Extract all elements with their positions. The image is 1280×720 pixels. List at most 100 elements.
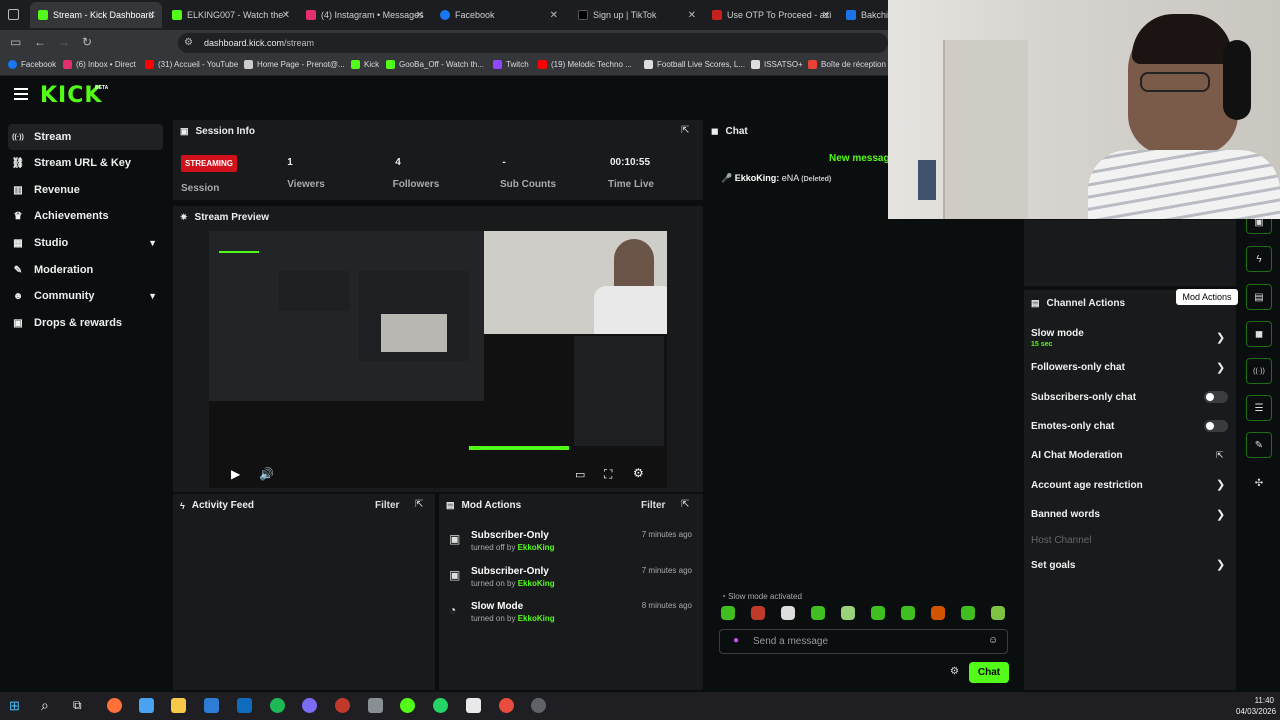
subscribers-only-toggle[interactable] [1204,391,1228,403]
chrome-taskbar-icon[interactable] [531,698,546,713]
bookmark-item[interactable]: (6) Inbox • Direct [63,60,136,69]
picture-in-picture-icon[interactable]: ▭ [575,468,585,481]
app-taskbar-icon[interactable] [335,698,350,713]
bookmark-item[interactable]: Twitch [493,60,529,69]
bookmark-item[interactable]: (31) Accueil - YouTube [145,60,238,69]
firefox-taskbar-icon[interactable] [107,698,122,713]
emote-button[interactable] [991,606,1005,620]
browser-tab[interactable]: Sign up | TikTok ✕ [570,2,702,28]
emote-button[interactable] [961,606,975,620]
kick-logo[interactable]: KICK [40,83,102,108]
external-link-icon[interactable]: ⇱ [1216,450,1224,461]
sidebar-toggle-icon[interactable]: ▭ [10,35,21,49]
mod-action-user[interactable]: EkkoKing [518,543,555,552]
rail-channel-actions-button[interactable]: ☰ [1246,395,1272,421]
emote-button[interactable] [721,606,735,620]
emotes-only-toggle[interactable] [1204,420,1228,432]
emote-button[interactable] [871,606,885,620]
forward-icon[interactable]: → [58,35,70,49]
start-icon[interactable]: ⊞ [9,698,20,714]
bookmark-item[interactable]: Kick [351,60,379,69]
send-chat-button[interactable]: Chat [969,662,1009,683]
settings-icon[interactable]: ⚙ [633,466,644,480]
app-taskbar-icon[interactable] [499,698,514,713]
outlook-taskbar-icon[interactable] [237,698,252,713]
activity-filter-button[interactable]: Filter [375,500,399,511]
sidebar-item-achievements[interactable]: ♛ Achievements [8,203,163,229]
emoji-picker-icon[interactable]: ☺ [988,635,998,646]
app-taskbar-icon[interactable] [368,698,383,713]
emote-button[interactable] [751,606,765,620]
chat-username[interactable]: EkkoKing: [735,173,780,183]
popout-icon[interactable]: ⇱ [415,499,423,510]
app-taskbar-icon[interactable] [400,698,415,713]
chevron-right-icon[interactable]: ❯ [1216,331,1225,344]
chevron-down-icon[interactable]: ▼ [148,238,157,248]
browser-tab[interactable]: Use OTP To Proceed - azizh ✕ [704,2,836,28]
bookmark-item[interactable]: Boîte de réception [808,60,886,69]
popout-icon[interactable]: ⇱ [681,499,689,510]
bookmark-item[interactable]: ISSATSO+ [751,60,803,69]
browser-tab[interactable]: (4) Instagram • Messages ✕ [298,2,430,28]
sidebar-item-moderation[interactable]: ✎ Moderation [8,257,163,283]
mod-action-user[interactable]: EkkoKing [518,614,555,623]
menu-icon[interactable] [14,88,28,100]
mod-action-user[interactable]: EkkoKing [518,579,555,588]
mod-filter-button[interactable]: Filter [641,500,665,511]
bookmark-item[interactable]: Home Page - Prenot@... [244,60,345,69]
sidebar-item-stream-url-key[interactable]: ⛓ Stream URL & Key [8,150,163,176]
emote-button[interactable] [811,606,825,620]
chevron-right-icon[interactable]: ❯ [1216,361,1225,374]
file-explorer-taskbar-icon[interactable] [171,698,186,713]
sidebar-item-drops-rewards[interactable]: ▣ Drops & rewards [8,310,163,336]
chevron-down-icon[interactable]: ▼ [148,291,157,301]
store-taskbar-icon[interactable] [204,698,219,713]
sidebar-item-studio[interactable]: ▦ Studio ▼ [8,230,163,256]
back-icon[interactable]: ← [34,35,46,49]
window-menu-icon[interactable] [8,9,19,20]
followers-only-option[interactable]: Followers-only chat [1031,362,1125,373]
chevron-right-icon[interactable]: ❯ [1216,508,1225,521]
emote-button[interactable] [931,606,945,620]
volume-icon[interactable]: 🔊 [259,467,274,481]
search-icon[interactable]: ⌕ [41,697,49,714]
emote-button[interactable] [781,606,795,620]
app-taskbar-icon[interactable] [466,698,481,713]
close-tab-icon[interactable]: ✕ [148,10,156,21]
rail-broadcast-button[interactable]: ((·)) [1246,358,1272,384]
ai-chat-moderation-option[interactable]: AI Chat Moderation [1031,450,1123,461]
emote-button[interactable] [901,606,915,620]
browser-taskbar-icon[interactable] [302,698,317,713]
rail-activity-button[interactable]: ϟ [1246,246,1272,272]
rail-add-widget-button[interactable]: ✣ [1246,470,1272,496]
chevron-right-icon[interactable]: ❯ [1216,558,1225,571]
account-age-option[interactable]: Account age restriction [1031,480,1143,491]
bookmark-item[interactable]: (19) Melodic Techno ... [538,60,632,69]
address-bar[interactable]: ⚙ dashboard.kick.com/stream [178,33,888,53]
rail-moderation-button[interactable]: ✎ [1246,432,1272,458]
popout-icon[interactable]: ⇱ [681,125,689,136]
close-tab-icon[interactable]: ✕ [550,10,558,21]
stream-preview-video[interactable]: ▶ 🔊 ▭ ⛶ ⚙ [209,231,667,488]
play-icon[interactable]: ▶ [231,467,240,481]
site-info-icon[interactable]: ⚙ [184,37,193,48]
close-tab-icon[interactable]: ✕ [822,10,830,21]
browser-tab[interactable]: Facebook ✕ [432,2,564,28]
emote-button[interactable] [841,606,855,620]
rail-mod-actions-button[interactable]: ▤ [1246,284,1272,310]
rail-chat-button[interactable]: ◼ [1246,321,1272,347]
spotify-taskbar-icon[interactable] [270,698,285,713]
bookmark-item[interactable]: Facebook [8,60,56,69]
close-tab-icon[interactable]: ✕ [688,10,696,21]
slow-mode-option[interactable]: Slow mode [1031,328,1084,339]
system-clock[interactable]: 11:40 04/03/2026 [1236,695,1276,717]
banned-words-option[interactable]: Banned words [1031,509,1100,520]
browser-tab[interactable]: Bakchich [838,2,898,28]
bookmark-item[interactable]: GooBa_Off - Watch th... [386,60,484,69]
set-goals-option[interactable]: Set goals [1031,560,1075,571]
task-view-icon[interactable]: ⧉ [73,698,82,713]
chevron-right-icon[interactable]: ❯ [1216,478,1225,491]
chat-settings-icon[interactable]: ⚙ [950,666,959,677]
sidebar-item-community[interactable]: ☻ Community ▼ [8,283,163,309]
reload-icon[interactable]: ↻ [82,35,92,49]
